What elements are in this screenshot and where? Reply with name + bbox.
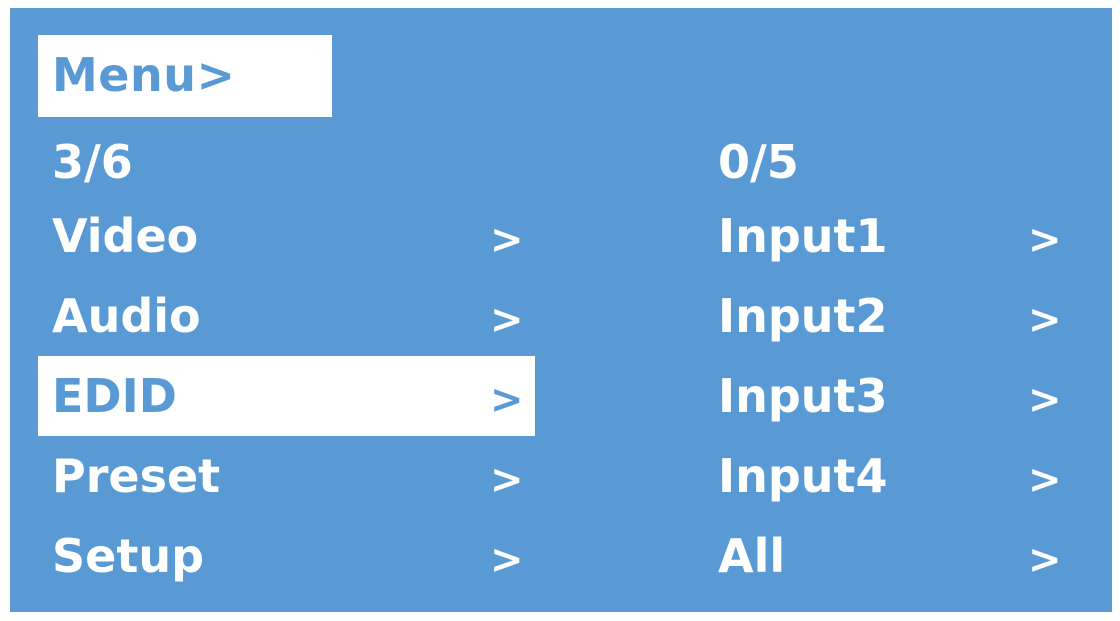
right-panel-position: 0/5 [718,135,799,189]
submenu-item-label: Input3 [718,369,888,423]
chevron-right-icon: > [490,377,524,423]
chevron-right-icon: > [1028,537,1062,583]
submenu-item-label: Input4 [718,449,888,503]
chevron-right-icon: > [490,457,524,503]
chevron-right-icon: > [1028,217,1062,263]
chevron-right-icon: > [1028,457,1062,503]
submenu-item-label: Input1 [718,209,888,263]
menu-item-label: Audio [52,289,201,343]
chevron-right-icon: > [490,297,524,343]
chevron-right-icon: > [490,217,524,263]
menu-item-label: Setup [52,529,204,583]
chevron-right-icon: > [1028,297,1062,343]
menu-title: Menu> [52,48,236,102]
menu-item-label: Video [52,209,199,263]
osd-menu-screen: Menu> 3/6 Video > Audio > EDID > Preset … [10,8,1112,612]
menu-item-label: Preset [52,449,221,503]
menu-title-box: Menu> [38,35,332,117]
submenu-item-label: Input2 [718,289,888,343]
chevron-right-icon: > [1028,377,1062,423]
menu-item-label: EDID [52,369,177,423]
submenu-item-label: All [718,529,786,583]
left-panel-position: 3/6 [52,135,133,189]
chevron-right-icon: > [490,537,524,583]
